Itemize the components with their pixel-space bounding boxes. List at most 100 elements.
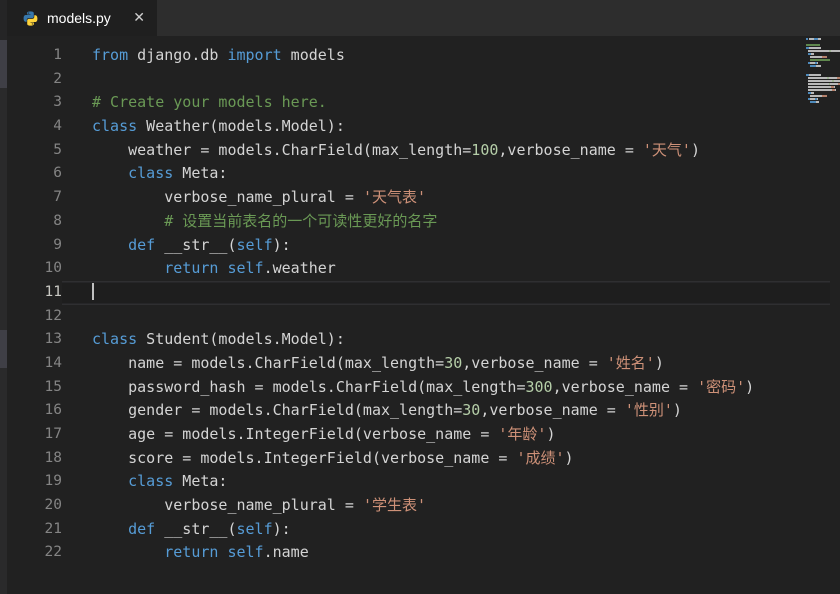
minimap-line	[806, 62, 840, 64]
code-line[interactable]: 10 return self.weather	[7, 257, 840, 281]
minimap-line	[806, 50, 840, 52]
code-line[interactable]: 7 verbose_name_plural = '天气表'	[7, 186, 840, 210]
minimap-line	[806, 65, 840, 67]
code-line[interactable]: 5 weather = models.CharField(max_length=…	[7, 139, 840, 163]
minimap[interactable]	[806, 38, 840, 108]
code-line-content	[62, 305, 830, 329]
line-number[interactable]: 4	[7, 115, 62, 139]
minimap-line	[806, 41, 840, 43]
minimap-line	[806, 56, 840, 58]
code-line-content: # 设置当前表名的一个可读性更好的名字	[62, 210, 830, 234]
code-line[interactable]: 15 password_hash = models.CharField(max_…	[7, 376, 840, 400]
minimap-line	[806, 77, 840, 79]
minimap-line	[806, 74, 840, 76]
code-line-content	[62, 68, 830, 92]
code-line[interactable]: 16 gender = models.CharField(max_length=…	[7, 399, 840, 423]
code-line[interactable]: 4class Weather(models.Model):	[7, 115, 840, 139]
line-number[interactable]: 6	[7, 162, 62, 186]
code-line[interactable]: 22 return self.name	[7, 541, 840, 565]
minimap-line	[806, 101, 840, 103]
minimap-line	[806, 71, 840, 73]
line-number[interactable]: 17	[7, 423, 62, 447]
code-line-content: score = models.IntegerField(verbose_name…	[62, 447, 830, 471]
line-number[interactable]: 2	[7, 68, 62, 92]
code-line[interactable]: 13class Student(models.Model):	[7, 328, 840, 352]
tab-title: models.py	[47, 10, 123, 26]
code-line[interactable]: 17 age = models.IntegerField(verbose_nam…	[7, 423, 840, 447]
minimap-line	[806, 86, 840, 88]
code-line-content: def __str__(self):	[62, 234, 830, 258]
code-line-content	[62, 281, 830, 305]
code-line-content: class Meta:	[62, 162, 830, 186]
line-number[interactable]: 9	[7, 234, 62, 258]
line-number[interactable]: 19	[7, 470, 62, 494]
code-line-content: verbose_name_plural = '天气表'	[62, 186, 830, 210]
line-number[interactable]: 13	[7, 328, 62, 352]
line-number[interactable]: 22	[7, 541, 62, 565]
minimap-line	[806, 38, 840, 40]
code-line[interactable]: 2	[7, 68, 840, 92]
code-area[interactable]: 1from django.db import models23# Create …	[7, 36, 840, 594]
minimap-line	[806, 80, 840, 82]
code-line[interactable]: 11	[7, 281, 840, 305]
line-number[interactable]: 3	[7, 91, 62, 115]
minimap-line	[806, 95, 840, 97]
code-line-content: verbose_name_plural = '学生表'	[62, 494, 830, 518]
line-number[interactable]: 20	[7, 494, 62, 518]
line-number[interactable]: 7	[7, 186, 62, 210]
code-line[interactable]: 9 def __str__(self):	[7, 234, 840, 258]
code-line-content: weather = models.CharField(max_length=10…	[62, 139, 830, 163]
line-number[interactable]: 11	[7, 281, 62, 305]
code-line[interactable]: 21 def __str__(self):	[7, 518, 840, 542]
line-number[interactable]: 5	[7, 139, 62, 163]
minimap-line	[806, 98, 840, 100]
code-line[interactable]: 6 class Meta:	[7, 162, 840, 186]
code-line-content: gender = models.CharField(max_length=30,…	[62, 399, 830, 423]
code-line-content: class Student(models.Model):	[62, 328, 830, 352]
code-line-content: # Create your models here.	[62, 91, 830, 115]
code-line[interactable]: 14 name = models.CharField(max_length=30…	[7, 352, 840, 376]
left-edge-panel-sliver	[0, 0, 7, 594]
tab-models-py[interactable]: models.py ✕	[7, 0, 157, 36]
left-strip-segment	[0, 40, 7, 88]
code-line[interactable]: 3# Create your models here.	[7, 91, 840, 115]
minimap-line	[806, 92, 840, 94]
minimap-line	[806, 89, 840, 91]
code-line[interactable]: 1from django.db import models	[7, 44, 840, 68]
code-line-content: return self.name	[62, 541, 830, 565]
code-line[interactable]: 8 # 设置当前表名的一个可读性更好的名字	[7, 210, 840, 234]
line-number[interactable]: 16	[7, 399, 62, 423]
line-number[interactable]: 1	[7, 44, 62, 68]
left-strip-segment	[0, 330, 7, 368]
code-line-content: class Weather(models.Model):	[62, 115, 830, 139]
code-line[interactable]: 19 class Meta:	[7, 470, 840, 494]
line-number[interactable]: 8	[7, 210, 62, 234]
line-number[interactable]: 12	[7, 305, 62, 329]
python-icon	[22, 10, 39, 27]
code-line[interactable]: 12	[7, 305, 840, 329]
line-number[interactable]: 21	[7, 518, 62, 542]
code-line[interactable]: 20 verbose_name_plural = '学生表'	[7, 494, 840, 518]
minimap-line	[806, 83, 840, 85]
line-number[interactable]: 15	[7, 376, 62, 400]
line-number[interactable]: 18	[7, 447, 62, 471]
code-line-content: age = models.IntegerField(verbose_name =…	[62, 423, 830, 447]
editor-tab-bar: models.py ✕	[7, 0, 840, 36]
line-number[interactable]: 14	[7, 352, 62, 376]
code-line-content: def __str__(self):	[62, 518, 830, 542]
code-editor-window: models.py ✕ 1from django.db import model…	[0, 0, 840, 594]
code-line-content: password_hash = models.CharField(max_len…	[62, 376, 830, 400]
code-line[interactable]: 18 score = models.IntegerField(verbose_n…	[7, 447, 840, 471]
code-line-content: class Meta:	[62, 470, 830, 494]
minimap-line	[806, 59, 840, 61]
code-line-content: return self.weather	[62, 257, 830, 281]
close-icon[interactable]: ✕	[131, 9, 147, 27]
text-cursor	[92, 283, 94, 300]
minimap-line	[806, 53, 840, 55]
minimap-line	[806, 68, 840, 70]
left-strip-top	[0, 0, 7, 40]
code-line-content: from django.db import models	[62, 44, 830, 68]
minimap-line	[806, 44, 840, 46]
line-number[interactable]: 10	[7, 257, 62, 281]
code-line-content: name = models.CharField(max_length=30,ve…	[62, 352, 830, 376]
